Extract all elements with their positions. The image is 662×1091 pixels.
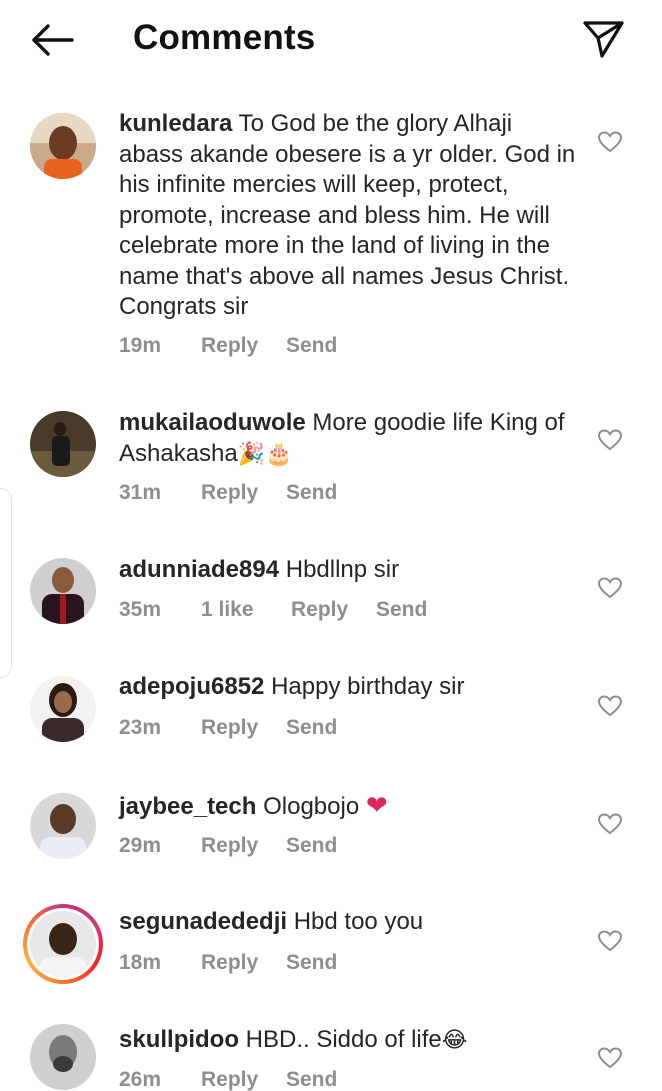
profile-photo <box>30 558 96 624</box>
profile-photo <box>30 113 96 179</box>
profile-photo <box>30 676 96 742</box>
like-button[interactable] <box>597 130 623 154</box>
comment-message: Happy birthday sir <box>264 673 465 700</box>
comment-text: mukailaoduwole More goodie life King of … <box>119 408 579 469</box>
comment-time: 29m <box>119 834 162 857</box>
side-edge-tab <box>0 488 12 678</box>
comment-message: To God be the glory Alhaji abass akande … <box>119 110 576 320</box>
like-button[interactable] <box>597 428 623 452</box>
comment-meta: 19m Reply Send <box>119 334 337 358</box>
comment-username[interactable]: adunniade894 <box>119 556 279 583</box>
comment-time: 19m <box>119 334 162 357</box>
comment-time: 35m <box>119 598 162 621</box>
profile-photo <box>30 411 96 477</box>
profile-photo <box>30 1024 96 1090</box>
comment-username[interactable]: jaybee_tech <box>119 793 256 820</box>
like-button[interactable] <box>597 812 623 836</box>
comments-screen: Comments kunledara To God be the glory A… <box>0 0 662 1091</box>
heart-icon <box>597 577 623 599</box>
comment-meta: 18m Reply Send <box>119 951 337 975</box>
reply-button[interactable]: Reply <box>201 834 286 858</box>
comment-emoji: 😂 <box>441 1027 468 1052</box>
heart-icon <box>597 695 623 717</box>
share-button[interactable] <box>580 16 628 62</box>
comment-text: skullpidoo HBD.. Siddo of life😂 <box>119 1025 579 1056</box>
comment-text: segunadededji Hbd too you <box>119 907 579 938</box>
comment-emoji: 🎉🎂 <box>237 440 293 466</box>
comment-meta: 31m Reply Send <box>119 481 337 505</box>
comment-text: jaybee_tech Ologbojo ❤ <box>119 790 579 823</box>
comment-username[interactable]: segunadededji <box>119 908 287 935</box>
comment-username[interactable]: mukailaoduwole <box>119 409 306 436</box>
avatar[interactable] <box>30 113 96 179</box>
comment-time: 23m <box>119 716 162 739</box>
comment-message: Hbdllnp sir <box>279 556 400 583</box>
comment-meta: 23m Reply Send <box>119 716 337 740</box>
comment-text: adunniade894 Hbdllnp sir <box>119 555 579 586</box>
send-button[interactable]: Send <box>286 334 337 358</box>
comment-username[interactable]: adepoju6852 <box>119 673 264 700</box>
avatar[interactable] <box>30 676 96 742</box>
comment-message: Ologbojo <box>256 793 366 820</box>
avatar-with-story-ring[interactable] <box>23 904 103 984</box>
profile-photo <box>30 911 96 977</box>
reply-button[interactable]: Reply <box>201 481 286 505</box>
send-button[interactable]: Send <box>376 598 427 622</box>
send-button[interactable]: Send <box>286 1068 337 1091</box>
paper-plane-icon <box>583 21 624 58</box>
reply-button[interactable]: Reply <box>291 598 376 622</box>
avatar[interactable] <box>30 558 96 624</box>
heart-icon <box>597 131 623 153</box>
reply-button[interactable]: Reply <box>201 716 286 740</box>
comment-meta: 35m 1 like Reply Send <box>119 598 427 622</box>
reply-button[interactable]: Reply <box>201 1068 286 1091</box>
comment-time: 18m <box>119 951 162 974</box>
send-button[interactable]: Send <box>286 481 337 505</box>
heart-icon <box>597 429 623 451</box>
comment-username[interactable]: skullpidoo <box>119 1026 239 1053</box>
send-button[interactable]: Send <box>286 834 337 858</box>
avatar[interactable] <box>30 793 96 859</box>
comment-meta: 29m Reply Send <box>119 834 337 858</box>
comment-message: Hbd too you <box>287 908 424 935</box>
heart-icon <box>597 930 623 952</box>
like-button[interactable] <box>597 576 623 600</box>
comment-username[interactable]: kunledara <box>119 110 232 137</box>
reply-button[interactable]: Reply <box>201 951 286 975</box>
heart-icon <box>597 813 623 835</box>
comment-time: 26m <box>119 1068 162 1091</box>
like-button[interactable] <box>597 1046 623 1070</box>
heart-icon <box>597 1047 623 1069</box>
header: Comments <box>0 0 662 84</box>
like-button[interactable] <box>597 694 623 718</box>
send-button[interactable]: Send <box>286 951 337 975</box>
like-button[interactable] <box>597 929 623 953</box>
reply-button[interactable]: Reply <box>201 334 286 358</box>
comment-text: adepoju6852 Happy birthday sir <box>119 672 579 703</box>
comment-emoji: ❤ <box>365 790 388 820</box>
avatar[interactable] <box>30 1024 96 1090</box>
comment-meta: 26m Reply Send <box>119 1068 337 1091</box>
send-button[interactable]: Send <box>286 716 337 740</box>
comment-time: 31m <box>119 481 162 504</box>
page-title: Comments <box>133 18 316 57</box>
profile-photo <box>30 793 96 859</box>
back-button[interactable] <box>28 20 76 60</box>
avatar[interactable] <box>30 411 96 477</box>
comment-message: HBD.. Siddo of life <box>239 1026 442 1053</box>
arrow-left-icon <box>32 24 74 56</box>
comment-text: kunledara To God be the glory Alhaji aba… <box>119 109 579 323</box>
comment-likes[interactable]: 1 like <box>201 598 291 622</box>
